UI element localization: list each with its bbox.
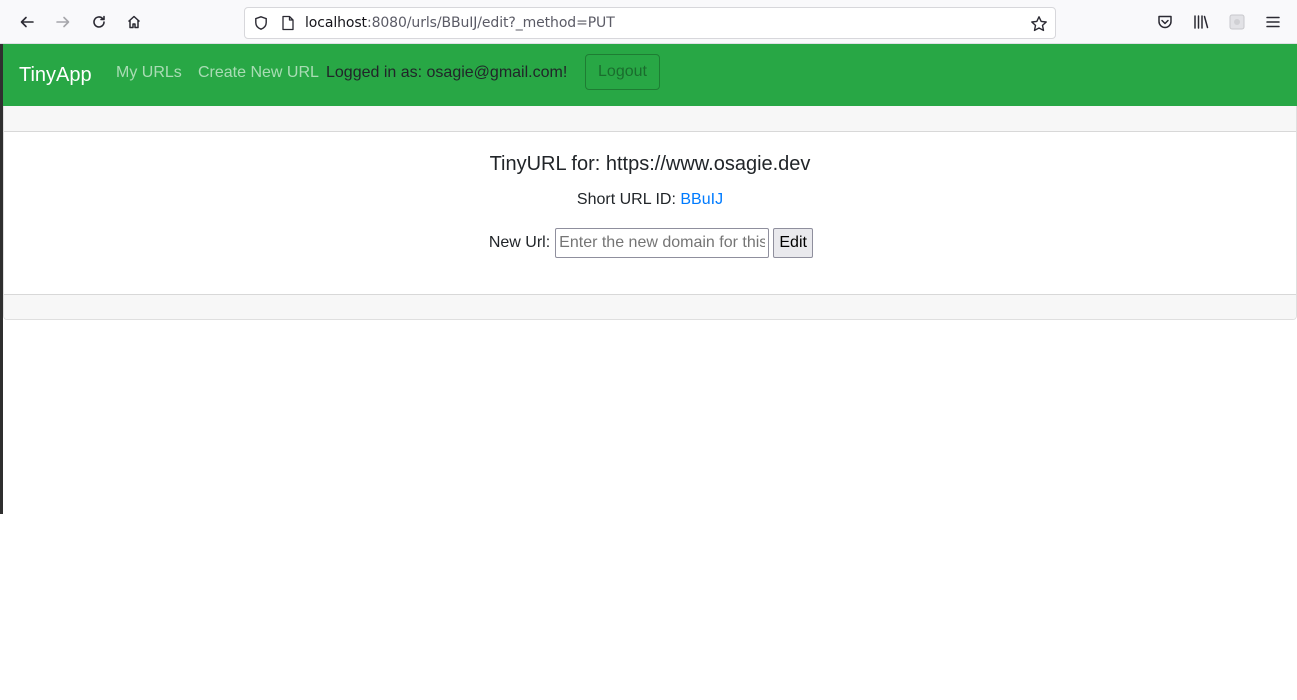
extension-icon — [1229, 14, 1245, 30]
url-text[interactable]: localhost:8080/urls/BBuIJ/edit?_method=P… — [305, 15, 615, 31]
url-host: localhost — [305, 15, 367, 31]
nav-create-new-url[interactable]: Create New URL — [198, 64, 319, 82]
browser-toolbar: localhost:8080/urls/BBuIJ/edit?_method=P… — [0, 0, 1297, 44]
extension-button[interactable] — [1226, 11, 1248, 33]
logout-button[interactable]: Logout — [585, 54, 660, 90]
bookmark-star-icon[interactable] — [1029, 14, 1049, 34]
card-title: TinyURL for: https://www.osagie.dev — [489, 153, 811, 175]
home-icon — [127, 15, 141, 29]
new-url-label: New Url: — [488, 234, 551, 251]
pocket-icon — [1158, 15, 1172, 29]
arrow-right-icon — [56, 16, 70, 28]
logged-in-text: Logged in as: osagie@gmail.com! — [326, 64, 568, 81]
back-button[interactable] — [14, 9, 40, 35]
edit-button[interactable]: Edit — [773, 228, 814, 258]
forward-button[interactable] — [50, 9, 76, 35]
library-icon — [1194, 15, 1209, 29]
page-icon[interactable] — [279, 14, 297, 32]
shield-icon[interactable] — [252, 14, 270, 32]
reload-button[interactable] — [86, 9, 112, 35]
brand-link[interactable]: TinyApp — [19, 64, 92, 86]
url-path: :8080/urls/BBuIJ/edit?_method=PUT — [366, 15, 615, 31]
reload-icon — [93, 15, 105, 28]
menu-button[interactable] — [1262, 11, 1284, 33]
url-card: TinyURL for: https://www.osagie.dev Shor… — [3, 106, 1297, 320]
nav-my-urls[interactable]: My URLs — [116, 64, 182, 82]
card-header — [4, 106, 1296, 132]
short-url-link[interactable]: BBuIJ — [680, 191, 723, 208]
page-content: TinyApp My URLs Create New URL Logged in… — [3, 44, 1297, 700]
pocket-button[interactable] — [1154, 11, 1176, 33]
address-bar[interactable]: localhost:8080/urls/BBuIJ/edit?_method=P… — [244, 7, 1056, 39]
new-url-input[interactable] — [555, 228, 770, 258]
edit-url-form: New Url: Edit — [4, 228, 1296, 258]
card-footer — [4, 294, 1296, 319]
hamburger-menu-icon — [1266, 16, 1280, 28]
short-url-line: Short URL ID: BBuIJ — [4, 190, 1296, 210]
library-button[interactable] — [1190, 11, 1212, 33]
short-url-label: Short URL ID: — [576, 191, 676, 208]
home-button[interactable] — [121, 9, 147, 35]
arrow-left-icon — [20, 16, 34, 28]
app-navbar: TinyApp My URLs Create New URL Logged in… — [3, 44, 1297, 106]
